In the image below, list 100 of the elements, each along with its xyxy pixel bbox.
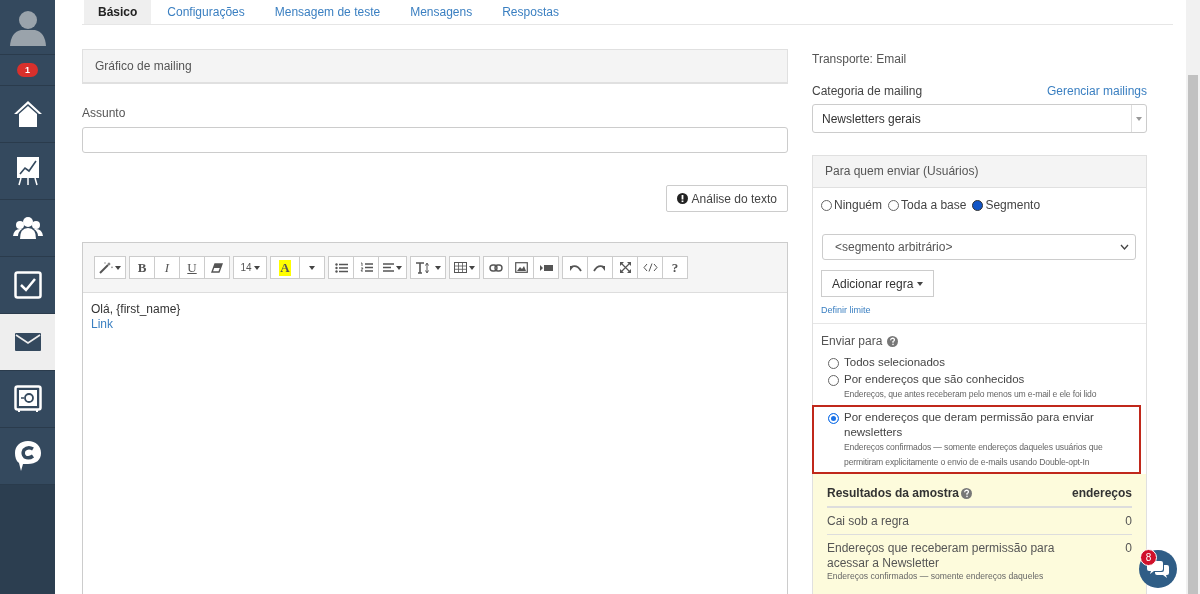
tab[interactable]: Mensagem de teste — [260, 0, 395, 24]
tab[interactable]: Básico — [84, 0, 152, 24]
toolbar-button[interactable]: B — [129, 256, 155, 279]
toolbar-button[interactable]: I — [154, 256, 180, 279]
option-description: Endereços confirmados — somente endereços daqueles usuários que permitiram explicitamente o envio de e-mails usando Double-opt-In — [844, 441, 1104, 469]
set-limit-link[interactable]: Definir limite — [821, 305, 1146, 315]
tab[interactable]: Respostas — [488, 0, 573, 24]
radio-button[interactable] — [828, 413, 839, 424]
row-value: 0 — [1125, 541, 1132, 557]
radio-label: Segmento — [985, 198, 1041, 212]
caret-icon — [435, 265, 441, 270]
checkbox-icon — [13, 271, 42, 299]
sidebar-item[interactable] — [0, 86, 55, 143]
home-icon — [12, 100, 43, 128]
field-label: Categoria de mailing — [812, 84, 923, 98]
panel-header: Para quem enviar (Usuários) — [813, 156, 1146, 188]
toolbar-button[interactable]: U — [179, 256, 205, 279]
toolbar-button[interactable] — [353, 256, 379, 279]
radio-button[interactable] — [828, 358, 839, 369]
toolbar-button[interactable] — [508, 256, 534, 279]
code-icon — [642, 263, 658, 272]
toolbar-button[interactable] — [378, 256, 407, 279]
category-select[interactable]: Newsletters gerais — [812, 104, 1147, 133]
toolbar-button[interactable] — [483, 256, 509, 279]
table-icon — [454, 262, 467, 273]
manage-mailings-link[interactable]: Gerenciar mailings — [1046, 84, 1147, 98]
fullscreen-icon — [619, 262, 631, 273]
mail-icon — [14, 333, 41, 351]
sidebar-item[interactable] — [0, 371, 55, 428]
text-editor[interactable]: B I U 14 A ? Olá, {first_name} Link — [82, 242, 788, 594]
radio-label: Todos selecionados — [844, 355, 945, 370]
toolbar-button[interactable]: A — [270, 256, 300, 279]
radio-label: Por endereços que deram permissão para enviar newsletters — [844, 410, 1095, 440]
toolbar-button[interactable] — [587, 256, 613, 279]
row-label: Endereços que receberam permissão para acessar a Newsletter — [827, 541, 1056, 571]
caret-icon — [396, 265, 402, 270]
caret-icon — [253, 265, 260, 270]
radio-label: Por endereços que são conhecidos — [844, 372, 1026, 387]
section-label: Enviar para — [821, 334, 883, 348]
column-header: endereços — [1071, 486, 1132, 500]
sidebar-item[interactable] — [0, 257, 55, 314]
caret-icon — [309, 265, 315, 270]
add-rule-button[interactable]: Adicionar regra — [821, 270, 935, 297]
radio-button[interactable] — [888, 199, 900, 211]
toolbar-button[interactable]: ? — [662, 256, 688, 279]
align-icon — [383, 263, 394, 272]
chart-board-icon — [15, 156, 40, 186]
toolbar-button[interactable] — [449, 256, 480, 279]
toolbar-button[interactable] — [204, 256, 230, 279]
toolbar-button[interactable] — [533, 256, 559, 279]
redo-icon — [593, 263, 607, 272]
radio-label: Ninguém — [834, 198, 883, 212]
link-icon — [489, 263, 503, 272]
scrollbar[interactable] — [1186, 0, 1200, 594]
text-analysis-button[interactable]: Análise do texto — [665, 185, 788, 212]
section-header: Gráfico de mailing — [82, 49, 788, 84]
caret-icon — [917, 281, 924, 286]
toolbar-button[interactable] — [328, 256, 354, 279]
row-value: 0 — [1125, 514, 1132, 529]
help-icon[interactable] — [961, 487, 973, 499]
results-title: Resultados da amostra — [827, 486, 960, 500]
person-icon[interactable] — [8, 8, 47, 46]
sidebar-item[interactable] — [0, 314, 55, 371]
sidebar-item[interactable] — [0, 200, 55, 257]
undo-icon — [568, 263, 582, 272]
numbered-list-icon — [359, 262, 373, 273]
chevron-down-icon — [1120, 244, 1129, 250]
toolbar-button[interactable] — [94, 256, 126, 279]
radio-button[interactable] — [972, 199, 984, 211]
sidebar-item[interactable] — [0, 428, 55, 485]
caret-icon — [1136, 116, 1142, 121]
sidebar-item[interactable] — [0, 143, 55, 200]
exclamation-icon — [676, 193, 688, 204]
tab[interactable]: Configurações — [153, 0, 259, 24]
toolbar-button[interactable] — [637, 256, 663, 279]
users-icon — [12, 216, 43, 240]
radio-label: Toda a base — [901, 198, 967, 212]
eraser-icon — [211, 262, 223, 273]
video-icon — [539, 263, 553, 272]
magic-wand-icon — [99, 261, 113, 274]
safe-icon — [13, 385, 42, 413]
notification-badge: 1 — [17, 63, 38, 77]
row-label: Cai sob a regra — [827, 514, 910, 529]
link[interactable]: Link — [91, 317, 779, 332]
toolbar-button[interactable] — [410, 256, 446, 279]
row-description: Endereços confirmados — somente endereços daqueles — [827, 571, 1045, 582]
tab[interactable]: Mensagens — [396, 0, 487, 24]
toolbar-button[interactable] — [612, 256, 638, 279]
subject-field[interactable] — [82, 127, 788, 153]
caret-icon — [469, 265, 475, 270]
radio-button[interactable] — [821, 199, 832, 211]
field-label: Assunto — [82, 106, 127, 120]
radio-button[interactable] — [828, 375, 839, 386]
segment-select[interactable]: <segmento arbitrário> — [822, 234, 1136, 260]
bullet-list-icon — [334, 262, 348, 273]
help-icon[interactable] — [887, 335, 899, 347]
editor-text: Olá, {first_name} — [91, 302, 182, 317]
toolbar-button[interactable]: 14 — [233, 256, 267, 279]
toolbar-button[interactable] — [562, 256, 588, 279]
image-icon — [514, 262, 528, 273]
